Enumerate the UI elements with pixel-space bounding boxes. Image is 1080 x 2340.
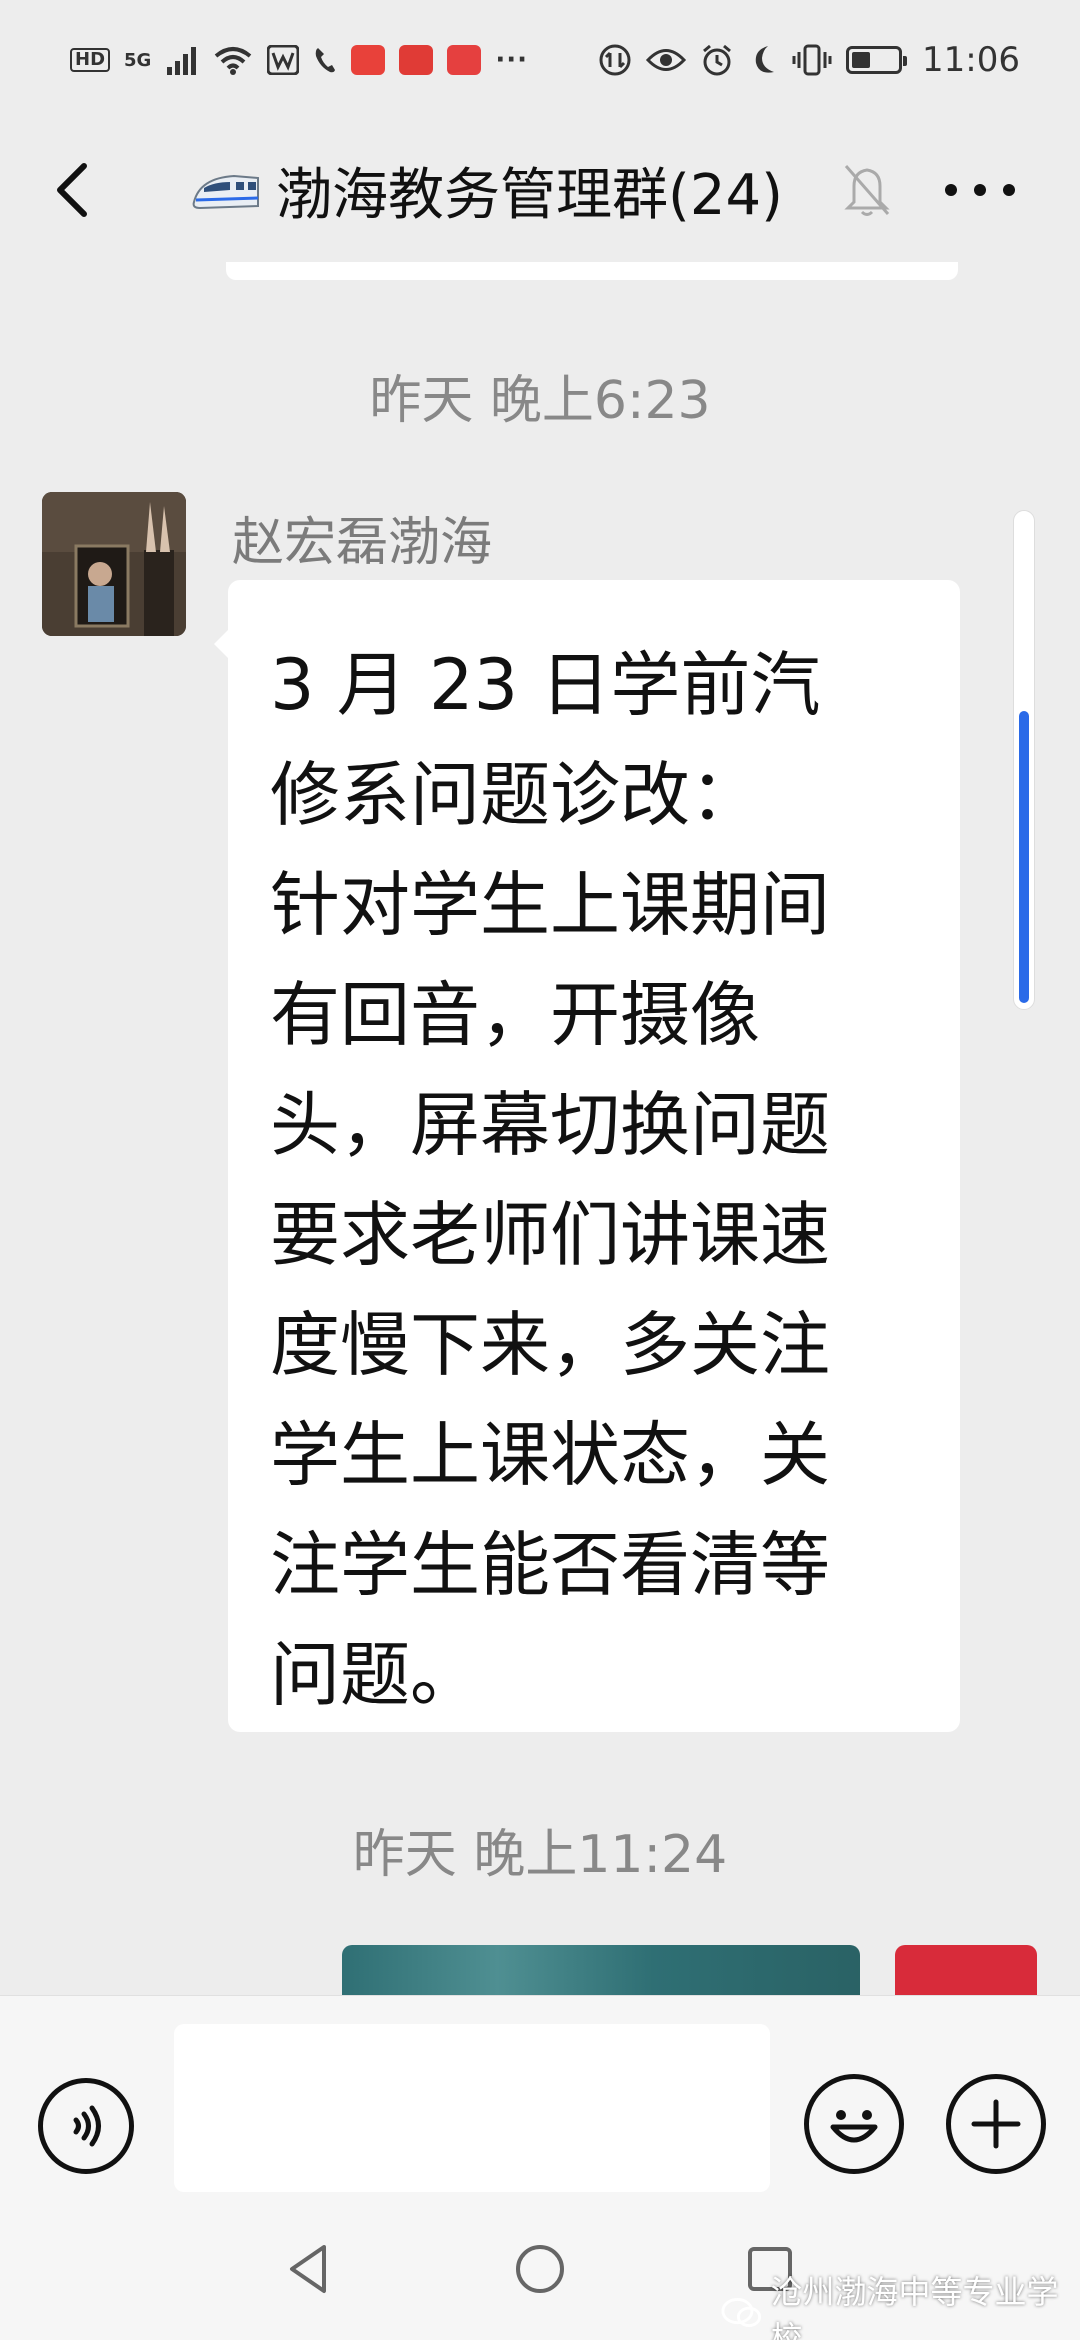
battery-icon	[846, 46, 908, 74]
plus-icon[interactable]	[946, 2074, 1046, 2174]
emoji-icon[interactable]	[804, 2074, 904, 2174]
message-text: 3 月 23 日学前汽 修系问题诊改： 针对学生上课期间 有回音，开摄像 头，屏…	[270, 644, 830, 1716]
phone-icon	[316, 48, 336, 73]
chat-title: 渤海教务管理群(24)	[276, 163, 783, 228]
signal-icon	[167, 47, 197, 75]
status-right: 11:06	[598, 40, 1020, 80]
message-timestamp: 昨天 晚上6:23	[369, 371, 711, 431]
vibrate-icon	[792, 44, 832, 76]
status-bar: HD 5G ··· 11:06	[0, 0, 1080, 120]
more-notifications-icon: ···	[495, 45, 528, 75]
bullet-train-emoji-icon	[192, 174, 259, 209]
app-huawei-icon	[399, 45, 434, 75]
scrollbar[interactable]	[1013, 510, 1035, 1010]
sender-name: 赵宏磊渤海	[232, 513, 493, 573]
system-nav-bar: 沧州渤海中等专业学校	[0, 2205, 1080, 2340]
eye-comfort-icon	[646, 49, 687, 71]
chevron-left-icon[interactable]	[48, 160, 98, 220]
message-input[interactable]	[174, 2024, 770, 2192]
app-book-icon	[447, 45, 482, 75]
more-dots-icon[interactable]	[945, 170, 1015, 210]
wifi-icon	[215, 47, 252, 75]
hd-indicator: HD	[70, 48, 111, 72]
avatar-photo	[42, 492, 186, 636]
title-wrap: 渤海教务管理群(24)	[190, 150, 783, 231]
watermark-text: 沧州渤海中等专业学校	[770, 2273, 1059, 2340]
watermark: 沧州渤海中等专业学校	[720, 2267, 1080, 2340]
moon-icon	[755, 46, 775, 73]
voice-icon[interactable]	[38, 2078, 134, 2174]
app-huawei-video-icon	[351, 45, 386, 75]
nav-home-icon[interactable]	[510, 2239, 570, 2299]
input-bar	[0, 1995, 1080, 2205]
chat-header: 渤海教务管理群(24)	[0, 130, 1080, 250]
alarm-icon	[703, 44, 731, 76]
scrollbar-thumb[interactable]	[1019, 711, 1029, 1003]
wechat-channel-icon	[721, 2298, 762, 2328]
network-type: 5G	[124, 49, 152, 71]
data-saver-icon	[599, 44, 631, 76]
message-timestamp: 昨天 晚上11:24	[352, 1825, 728, 1885]
bell-off-icon	[844, 165, 890, 216]
status-left: HD 5G ···	[70, 45, 528, 75]
app-w-icon	[267, 45, 300, 75]
battery-level	[852, 52, 870, 68]
status-time: 11:06	[922, 40, 1020, 80]
previous-message-bubble	[226, 262, 958, 280]
avatar[interactable]	[42, 492, 186, 636]
nav-back-icon[interactable]	[280, 2239, 340, 2299]
message-bubble[interactable]: 3 月 23 日学前汽 修系问题诊改： 针对学生上课期间 有回音，开摄像 头，屏…	[214, 580, 960, 1732]
